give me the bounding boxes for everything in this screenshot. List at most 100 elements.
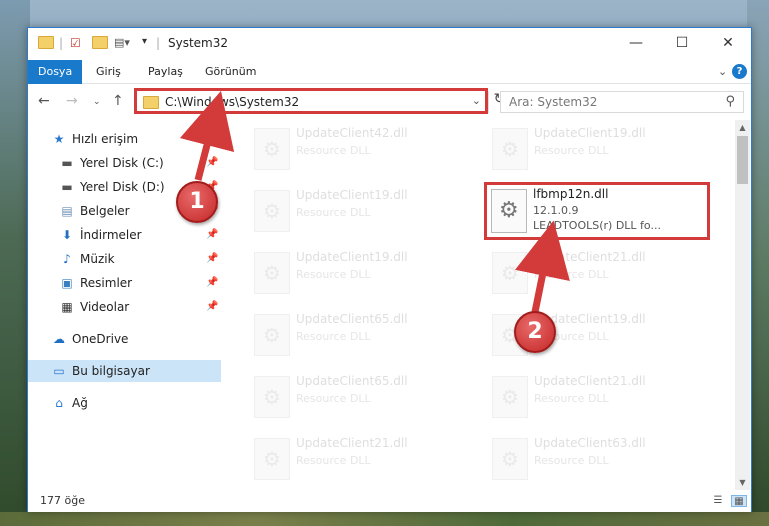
navigation-pane: ★ Hızlı erişim ▬ Yerel Disk (C:) 📌 ▬ Yer… — [28, 120, 221, 490]
recent-locations-icon[interactable]: ⌄ — [93, 97, 101, 107]
tab-view[interactable]: Görünüm — [195, 60, 266, 84]
close-button[interactable]: ✕ — [705, 28, 751, 58]
file-type: Resource DLL — [296, 144, 371, 157]
file-name: UpdateClient21.dll — [534, 374, 646, 388]
scroll-down-icon[interactable]: ▼ — [735, 475, 750, 490]
desktop-background-bottom — [0, 512, 769, 526]
pin-icon: 📌 — [206, 301, 219, 312]
cloud-icon: ☁ — [53, 332, 65, 346]
file-type: Resource DLL — [296, 330, 371, 343]
file-type: Resource DLL — [534, 144, 609, 157]
explorer-window: | ☑ ▤▾ ▾ | System32 — ☐ ✕ Dosya Giriş Pa… — [27, 27, 752, 512]
address-path: C:\Windows\System32 — [165, 95, 300, 109]
scroll-up-icon[interactable]: ▲ — [735, 120, 750, 135]
separator-icon: | — [156, 36, 161, 50]
tab-file[interactable]: Dosya — [28, 60, 83, 84]
file-name: lfbmp12n.dll — [533, 187, 609, 201]
list-item[interactable]: UpdateClient19.dll Resource DLL — [486, 120, 706, 176]
status-bar: 177 öğe ☰ ▦ — [28, 490, 751, 512]
back-arrow-icon[interactable]: ← — [38, 93, 50, 109]
dll-file-icon — [492, 376, 528, 418]
annotation-badge-2: 2 — [514, 311, 556, 353]
tab-share[interactable]: Paylaş — [138, 60, 193, 84]
search-icon: ⚲ — [725, 94, 735, 109]
file-name: UpdateClient19.dll — [296, 188, 408, 202]
help-icon[interactable]: ? — [732, 64, 747, 79]
pin-icon: 📌 — [206, 253, 219, 264]
list-item[interactable]: UpdateClient21.dll Resource DLL — [486, 244, 706, 300]
drive-icon: ▬ — [61, 180, 73, 194]
chevron-down-icon[interactable]: ⌄ — [472, 94, 481, 107]
sidebar-item-label: Yerel Disk (D:) — [80, 180, 165, 194]
drive-icon: ▬ — [61, 156, 73, 170]
annotation-badge-1: 1 — [176, 181, 218, 223]
sidebar-item-quick-access[interactable]: ★ Hızlı erişim — [28, 128, 221, 150]
list-item[interactable]: UpdateClient65.dll Resource DLL — [248, 306, 468, 362]
dll-file-icon — [254, 190, 290, 232]
file-type: Resource DLL — [534, 392, 609, 405]
computer-icon: ▭ — [53, 364, 65, 378]
sidebar-item-label: İndirmeler — [80, 228, 142, 242]
search-input[interactable]: Ara: System32 ⚲ — [500, 91, 744, 113]
file-description: LEADTOOLS(r) DLL fo... — [533, 219, 661, 232]
list-item[interactable]: UpdateClient21.dll Resource DLL — [486, 368, 706, 424]
sidebar-item-label: Ağ — [72, 396, 88, 410]
music-icon: ♪ — [63, 252, 71, 266]
folder-icon — [38, 36, 54, 49]
dll-file-icon — [492, 128, 528, 170]
pin-icon: 📌 — [206, 277, 219, 288]
file-type: Resource DLL — [296, 268, 371, 281]
dll-file-icon — [254, 314, 290, 356]
file-name: UpdateClient19.dll — [534, 126, 646, 140]
highlighted-file-item[interactable]: lfbmp12n.dll 12.1.0.9 LEADTOOLS(r) DLL f… — [484, 182, 710, 240]
sidebar-item-label: Müzik — [80, 252, 115, 266]
tab-home[interactable]: Giriş — [86, 60, 131, 84]
file-name: UpdateClient42.dll — [296, 126, 408, 140]
sidebar-item-label: Bu bilgisayar — [72, 364, 150, 378]
customize-toolbar-icon[interactable]: ▾ — [142, 36, 147, 52]
download-icon: ⬇ — [61, 228, 73, 242]
list-item[interactable]: UpdateClient42.dll Resource DLL — [248, 120, 468, 176]
dll-file-icon — [492, 252, 528, 294]
up-arrow-icon[interactable]: ↑ — [112, 93, 124, 109]
properties-icon[interactable]: ☑ — [70, 36, 81, 52]
videos-icon: ▦ — [61, 300, 73, 314]
network-icon: ⌂ — [55, 396, 63, 410]
file-type: Resource DLL — [534, 454, 609, 467]
sidebar-item-this-pc[interactable]: ▭ Bu bilgisayar — [28, 360, 221, 382]
address-bar[interactable]: C:\Windows\System32 ⌄ — [134, 88, 488, 114]
list-item[interactable]: UpdateClient65.dll Resource DLL — [248, 368, 468, 424]
details-view-icon[interactable]: ☰ — [710, 495, 726, 507]
dll-file-icon — [491, 189, 527, 233]
minimize-button[interactable]: — — [613, 28, 659, 58]
dll-file-icon — [254, 376, 290, 418]
forward-arrow-icon[interactable]: → — [66, 93, 78, 109]
file-list: UpdateClient42.dll Resource DLL UpdateCl… — [248, 120, 733, 490]
sidebar-item-network[interactable]: ⌂ Ağ — [28, 392, 221, 414]
quick-access-toolbar-icon[interactable]: ▤▾ — [114, 36, 130, 52]
navigation-bar: ← → ⌄ ↑ C:\Windows\System32 ⌄ ↻ Ara: Sys… — [28, 85, 751, 117]
sidebar-item-videos[interactable]: ▦ Videolar 📌 — [28, 296, 221, 318]
sidebar-item-downloads[interactable]: ⬇ İndirmeler 📌 — [28, 224, 221, 246]
sidebar-item-label: OneDrive — [72, 332, 129, 346]
tiles-view-icon[interactable]: ▦ — [731, 495, 747, 507]
search-placeholder: Ara: System32 — [509, 95, 598, 109]
maximize-button[interactable]: ☐ — [659, 28, 705, 58]
sidebar-item-label: Videolar — [80, 300, 130, 314]
scrollbar-thumb[interactable] — [737, 136, 748, 184]
file-name: UpdateClient65.dll — [296, 374, 408, 388]
file-name: UpdateClient21.dll — [534, 250, 646, 264]
list-item[interactable]: UpdateClient21.dll Resource DLL — [248, 430, 468, 486]
list-item[interactable]: UpdateClient19.dll Resource DLL — [248, 244, 468, 300]
title-bar: | ☑ ▤▾ ▾ | System32 — ☐ ✕ — [28, 28, 751, 60]
sidebar-item-pictures[interactable]: ▣ Resimler 📌 — [28, 272, 221, 294]
sidebar-item-music[interactable]: ♪ Müzik 📌 — [28, 248, 221, 270]
sidebar-item-onedrive[interactable]: ☁ OneDrive — [28, 328, 221, 350]
vertical-scrollbar[interactable]: ▲ ▼ — [735, 120, 750, 490]
new-folder-icon[interactable] — [92, 36, 108, 49]
expand-ribbon-icon[interactable]: ⌄ — [718, 65, 727, 78]
dll-file-icon — [254, 128, 290, 170]
list-item[interactable]: UpdateClient19.dll Resource DLL — [248, 182, 468, 238]
sidebar-item-local-disk-c[interactable]: ▬ Yerel Disk (C:) 📌 — [28, 152, 221, 174]
list-item[interactable]: UpdateClient63.dll Resource DLL — [486, 430, 706, 486]
